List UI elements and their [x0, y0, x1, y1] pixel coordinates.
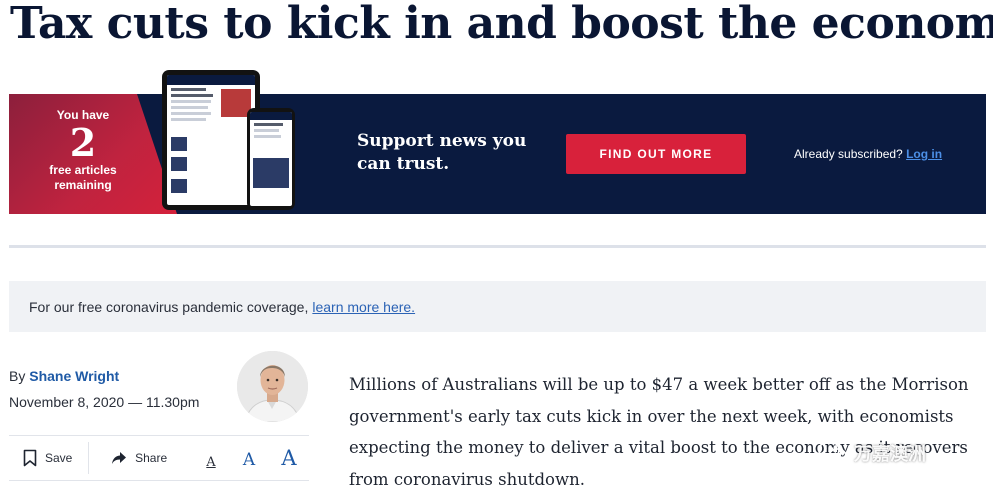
subscription-banner: You have 2 free articles remaining Suppo…: [9, 70, 986, 214]
find-out-more-button[interactable]: FIND OUT MORE: [566, 134, 746, 174]
divider: [9, 245, 986, 248]
watermark-text: 万嘉澳洲: [854, 444, 926, 464]
byline: By Shane Wright: [9, 367, 119, 385]
author-link[interactable]: Shane Wright: [29, 368, 119, 384]
already-subscribed: Already subscribed? Log in: [794, 146, 942, 162]
text-size-controls: A A A: [193, 446, 309, 470]
phone-illustration: [247, 108, 295, 210]
subscribed-text: Already subscribed?: [794, 147, 903, 161]
byline-prefix: By: [9, 368, 26, 384]
share-arrow-icon: [112, 452, 127, 464]
author-avatar: [237, 351, 308, 422]
watermark: 万嘉澳洲: [818, 440, 926, 466]
article-headline: Tax cuts to kick in and boost the econom…: [10, 0, 993, 49]
article-meter: You have 2 free articles remaining: [31, 108, 135, 193]
meter-count: 2: [69, 120, 97, 165]
wechat-icon: [818, 440, 847, 464]
share-label: Share: [135, 451, 168, 465]
bookmark-icon: [23, 449, 37, 467]
publish-date: November 8, 2020 — 11.30pm: [9, 394, 200, 410]
coverage-notice: For our free coronavirus pandemic covera…: [9, 281, 986, 332]
article-body: Millions of Australians will be up to $4…: [349, 375, 969, 489]
tablet-illustration: [162, 70, 260, 210]
text-size-medium-button[interactable]: A: [229, 450, 269, 470]
login-link[interactable]: Log in: [906, 147, 942, 161]
text-size-small-button[interactable]: A: [193, 455, 229, 470]
banner-tagline: Support news you can trust.: [357, 131, 527, 174]
article-toolbar: Save Share A A A: [9, 435, 309, 481]
share-button[interactable]: Share: [89, 451, 193, 465]
notice-text: For our free coronavirus pandemic covera…: [29, 298, 309, 315]
save-button[interactable]: Save: [9, 449, 88, 467]
meter-remaining: free articles remaining: [49, 163, 117, 192]
text-size-large-button[interactable]: A: [269, 446, 309, 470]
learn-more-link[interactable]: learn more here.: [312, 299, 415, 315]
save-label: Save: [45, 451, 73, 465]
